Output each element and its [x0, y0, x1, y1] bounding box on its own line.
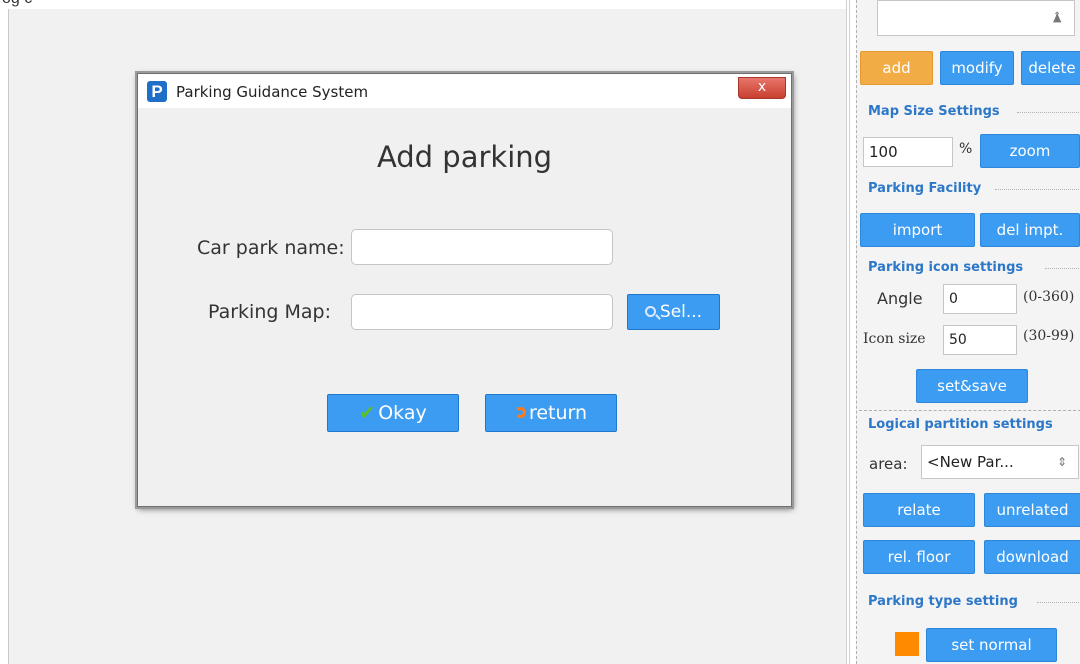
select-map-label: Sel...: [659, 302, 703, 322]
dialog-title: Parking Guidance System: [176, 83, 369, 101]
icon-size-range: (30-99): [1023, 328, 1075, 344]
group-divider: [1017, 112, 1080, 113]
area-label: area:: [869, 455, 908, 473]
group-divider: [1045, 268, 1080, 269]
group-divider: [859, 410, 1080, 411]
search-icon: [644, 305, 656, 317]
select-map-button[interactable]: Sel...: [627, 294, 720, 330]
parking-type-title: Parking type setting: [868, 594, 1018, 609]
check-icon: ✔: [359, 402, 376, 424]
relate-floor-button[interactable]: rel. floor: [863, 540, 975, 574]
okay-label: Okay: [378, 402, 427, 424]
normal-type-color-swatch: [895, 632, 919, 656]
return-icon: [514, 407, 526, 418]
icon-settings-title: Parking icon settings: [868, 260, 1024, 275]
angle-range: (0-360): [1023, 289, 1075, 305]
select-spinner-icon: ⇕: [1053, 11, 1062, 22]
set-normal-button[interactable]: set normal: [926, 628, 1057, 662]
group-divider: [1037, 602, 1080, 603]
percent-label: %: [959, 141, 973, 157]
panel-separator-inner: [849, 0, 850, 664]
okay-button[interactable]: ✔ Okay: [327, 394, 459, 432]
parking-map-label: Parking Map:: [208, 301, 331, 323]
car-park-name-input[interactable]: [351, 229, 613, 265]
add-button[interactable]: add: [860, 51, 933, 85]
chevron-updown-icon: ⇕: [1057, 455, 1068, 469]
close-button[interactable]: x: [738, 77, 786, 99]
import-button[interactable]: import: [860, 213, 975, 247]
unrelated-button[interactable]: unrelated: [984, 493, 1080, 527]
delete-button[interactable]: delete: [1021, 51, 1080, 85]
angle-input[interactable]: 0: [943, 284, 1017, 314]
settings-panel: ▲ ⇕ add modify delete Map Size Settings …: [856, 0, 1080, 664]
dialog-heading: Add parking: [376, 140, 553, 174]
delete-import-button[interactable]: del impt.: [980, 213, 1080, 247]
area-select[interactable]: <New Par...: [921, 445, 1079, 479]
icon-size-input[interactable]: 50: [943, 325, 1017, 355]
add-parking-dialog: P Parking Guidance System x Add parking …: [137, 73, 792, 507]
modify-button[interactable]: modify: [940, 51, 1014, 85]
relate-button[interactable]: relate: [863, 493, 975, 527]
parking-app-icon: P: [147, 81, 167, 102]
zoom-button[interactable]: zoom: [980, 134, 1080, 168]
map-size-input[interactable]: 100: [863, 137, 953, 167]
icon-size-label: Icon size: [863, 331, 926, 347]
group-divider: [995, 189, 1080, 190]
set-save-button[interactable]: set&save: [916, 369, 1028, 403]
map-size-title: Map Size Settings: [868, 104, 1000, 119]
partition-title: Logical partition settings: [868, 417, 1053, 432]
download-button[interactable]: download: [984, 540, 1080, 574]
return-button[interactable]: return: [485, 394, 617, 432]
return-label: return: [528, 402, 588, 424]
parking-facility-title: Parking Facility: [868, 181, 982, 196]
panel-separator: [846, 0, 847, 664]
top-partial-text: og c: [2, 0, 32, 8]
dialog-titlebar[interactable]: P Parking Guidance System x: [138, 74, 791, 108]
floor-select[interactable]: [877, 0, 1075, 36]
angle-label: Angle: [877, 289, 923, 308]
parking-map-input[interactable]: [351, 294, 613, 330]
car-park-name-label: Car park name:: [197, 237, 345, 259]
